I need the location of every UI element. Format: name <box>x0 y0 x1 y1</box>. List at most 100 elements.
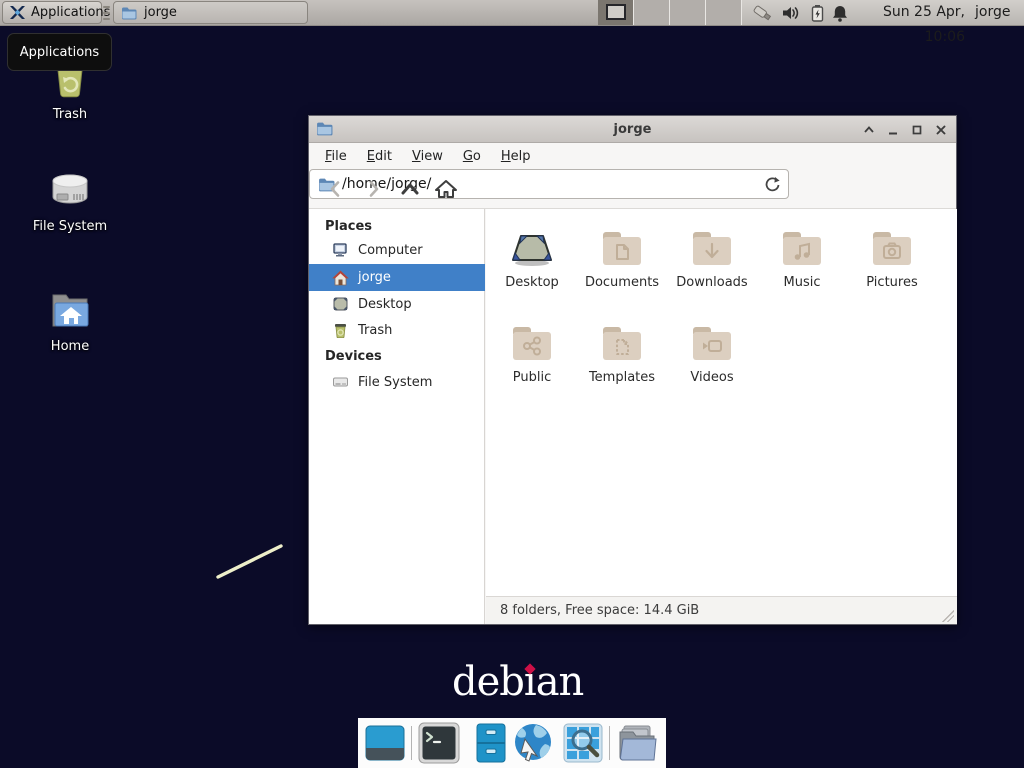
file-item-templates[interactable]: Templates <box>577 318 667 385</box>
file-manager-icon[interactable] <box>470 722 512 764</box>
sidebar-item-trash[interactable]: Trash <box>309 317 485 343</box>
folder-pictures-icon <box>868 223 916 271</box>
forward-button[interactable] <box>358 175 388 203</box>
battery-icon[interactable] <box>809 4 829 22</box>
sidebar-item-label: Desktop <box>358 297 412 312</box>
workspace-4[interactable] <box>706 0 742 25</box>
workspace-1[interactable] <box>598 0 634 25</box>
shade-button[interactable] <box>860 121 878 139</box>
desktop-surface-icon <box>508 223 556 271</box>
maximize-button[interactable] <box>908 121 926 139</box>
file-item-documents[interactable]: Documents <box>577 223 667 290</box>
removable-media-icon[interactable] <box>752 4 772 22</box>
file-item-pictures[interactable]: Pictures <box>847 223 937 290</box>
desktop-icon-home[interactable]: Home <box>22 286 118 354</box>
file-item-label: Documents <box>585 275 659 290</box>
folder-icon <box>121 6 137 20</box>
file-item-videos[interactable]: Videos <box>667 318 757 385</box>
debian-logo: debıan <box>452 658 592 708</box>
menu-edit[interactable]: Edit <box>357 146 402 167</box>
desktop-icon-file-system[interactable]: File System <box>22 166 118 234</box>
statusbar: 8 folders, Free space: 14.4 GiB <box>486 596 957 624</box>
back-button[interactable] <box>321 175 351 203</box>
top-panel: Applications jorge <box>0 0 1024 26</box>
files-pane: Desktop Documents Downloads <box>486 209 957 596</box>
debian-logo-text: deb <box>452 659 524 705</box>
desktop-icon-label: File System <box>33 219 107 234</box>
home-folder-icon <box>46 286 94 334</box>
workspace-2[interactable] <box>634 0 670 25</box>
sidebar-item-file-system[interactable]: File System <box>309 369 485 395</box>
sidebar-item-desktop[interactable]: Desktop <box>309 291 485 317</box>
file-item-label: Desktop <box>505 275 559 290</box>
computer-icon <box>332 242 349 258</box>
sidebar-item-label: File System <box>358 375 432 390</box>
workspace-3[interactable] <box>670 0 706 25</box>
dock-folder-icon[interactable] <box>616 722 658 764</box>
applications-menu-label: Applications <box>31 5 110 20</box>
terminal-icon[interactable] <box>418 722 460 764</box>
file-item-label: Music <box>784 275 821 290</box>
menu-view[interactable]: View <box>402 146 453 167</box>
clock[interactable]: Sun 25 Apr, 10:06 <box>845 0 965 25</box>
file-item-label: Pictures <box>866 275 917 290</box>
folder-public-icon <box>508 318 556 366</box>
home-button[interactable] <box>431 175 461 203</box>
debian-logo-text: an <box>536 659 584 705</box>
folder-videos-icon <box>688 318 736 366</box>
dock-separator <box>609 726 610 760</box>
sidebar: Places Computer jorge <box>309 209 485 624</box>
hard-drive-icon <box>46 166 94 214</box>
taskbar-button-label: jorge <box>144 5 177 20</box>
sidebar-header-devices: Devices <box>325 345 475 369</box>
folder-templates-icon <box>598 318 646 366</box>
applications-tooltip-text: Applications <box>20 45 99 60</box>
up-button[interactable] <box>395 175 425 203</box>
close-button[interactable] <box>932 121 950 139</box>
desktop-icon <box>332 296 349 312</box>
reload-button[interactable] <box>764 176 780 192</box>
panel-user-label: jorge <box>975 0 1020 25</box>
show-desktop-icon[interactable] <box>364 722 406 764</box>
titlebar[interactable]: jorge <box>309 116 956 143</box>
dock-separator <box>411 726 412 760</box>
file-item-public[interactable]: Public <box>487 318 577 385</box>
volume-icon[interactable] <box>781 4 801 22</box>
folder-documents-icon <box>598 223 646 271</box>
file-item-label: Templates <box>589 370 655 385</box>
file-manager-window: jorge File Edit View Go Help <box>308 115 957 625</box>
web-browser-icon[interactable] <box>512 722 554 764</box>
desktop-icon-label: Home <box>51 339 89 354</box>
window-controls <box>860 116 950 143</box>
file-item-desktop[interactable]: Desktop <box>487 223 577 290</box>
debian-logo-i: ı <box>524 658 536 706</box>
minimize-button[interactable] <box>884 121 902 139</box>
app-finder-icon[interactable] <box>562 722 604 764</box>
workspace-window-preview <box>606 4 626 20</box>
menu-file[interactable]: File <box>315 146 357 167</box>
desktop-stroke-artifact <box>210 538 290 584</box>
file-item-label: Downloads <box>676 275 747 290</box>
dock <box>358 718 666 768</box>
folder-downloads-icon <box>688 223 736 271</box>
status-text: 8 folders, Free space: 14.4 GiB <box>500 603 699 618</box>
workspace-switcher <box>598 0 742 25</box>
file-item-music[interactable]: Music <box>757 223 847 290</box>
applications-menu-icon <box>9 4 26 21</box>
sidebar-item-computer[interactable]: Computer <box>309 237 485 263</box>
desktop-icon-label: Trash <box>53 107 87 122</box>
applications-tooltip: Applications <box>7 33 112 71</box>
trash-icon <box>332 322 349 338</box>
tasklist-grip[interactable] <box>103 6 110 20</box>
applications-menu-button[interactable]: Applications <box>2 1 102 24</box>
file-item-label: Public <box>513 370 551 385</box>
sidebar-item-label: Computer <box>358 243 423 258</box>
toolbar <box>309 169 956 209</box>
resize-grip[interactable] <box>942 610 954 622</box>
sidebar-item-jorge[interactable]: jorge <box>309 264 485 291</box>
taskbar-button-jorge[interactable]: jorge <box>113 1 308 24</box>
menu-go[interactable]: Go <box>453 146 491 167</box>
sidebar-item-label: Trash <box>358 323 392 338</box>
menu-help[interactable]: Help <box>491 146 541 167</box>
file-item-downloads[interactable]: Downloads <box>667 223 757 290</box>
